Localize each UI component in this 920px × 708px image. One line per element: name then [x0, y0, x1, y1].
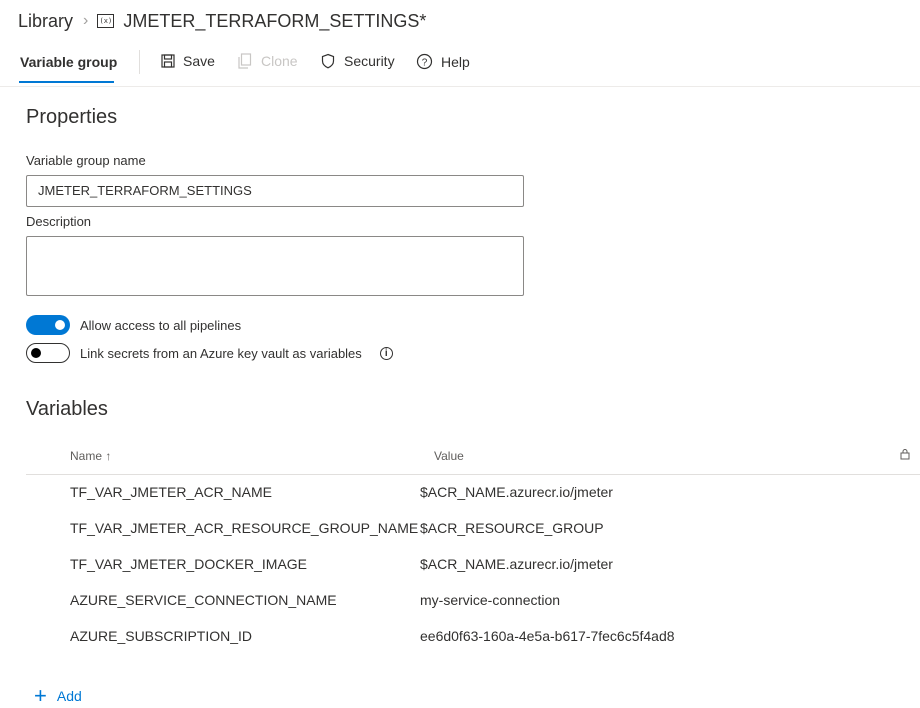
save-button[interactable]: Save — [161, 53, 215, 69]
description-label: Description — [26, 214, 92, 229]
variables-heading: Variables — [26, 398, 108, 420]
variable-name: TF_VAR_JMETER_DOCKER_IMAGE — [70, 556, 308, 572]
link-secrets-label: Link secrets from an Azure key vault as … — [80, 345, 362, 361]
toggle-knob — [31, 348, 41, 358]
toolbar-divider — [139, 50, 140, 74]
toolbar: Variable group Save Clone Security ? Hel… — [0, 44, 920, 87]
plus-icon: + — [34, 683, 47, 708]
lock-icon — [900, 448, 910, 463]
allow-access-toggle[interactable] — [26, 315, 70, 335]
variable-value: my-service-connection — [420, 592, 561, 608]
variables-table-header: Name ↑ Value — [26, 440, 920, 475]
table-row[interactable]: TF_VAR_JMETER_DOCKER_IMAGE $ACR_NAME.azu… — [26, 546, 920, 582]
variable-value: $ACR_NAME.azurecr.io/jmeter — [420, 484, 613, 500]
table-row[interactable]: TF_VAR_JMETER_ACR_NAME $ACR_NAME.azurecr… — [26, 474, 920, 510]
toggle-knob — [55, 320, 65, 330]
column-header-name-label: Name — [70, 449, 103, 463]
clone-button[interactable]: Clone — [237, 53, 298, 69]
table-row[interactable]: AZURE_SERVICE_CONNECTION_NAME my-service… — [26, 582, 920, 618]
variable-group-icon: (x) — [97, 14, 115, 28]
variable-group-name-label: Variable group name — [26, 153, 146, 168]
variable-name: TF_VAR_JMETER_ACR_RESOURCE_GROUP_NAME — [70, 520, 419, 536]
variable-name: AZURE_SUBSCRIPTION_ID — [70, 628, 253, 644]
breadcrumb: Library › (x) JMETER_TERRAFORM_SETTINGS* — [18, 8, 426, 34]
help-button-label: Help — [441, 53, 470, 70]
help-icon: ? — [416, 53, 433, 70]
security-button-label: Security — [344, 53, 395, 69]
sort-ascending-icon: ↑ — [105, 449, 112, 463]
variable-group-name-input[interactable]: JMETER_TERRAFORM_SETTINGS — [26, 175, 524, 207]
variable-name: AZURE_SERVICE_CONNECTION_NAME — [70, 592, 337, 608]
column-header-value: Value — [434, 449, 464, 463]
column-header-name[interactable]: Name ↑ — [70, 449, 111, 463]
allow-access-row: Allow access to all pipelines — [26, 315, 241, 335]
save-button-label: Save — [183, 53, 215, 69]
add-variable-button[interactable]: + Add — [34, 683, 82, 708]
page-title: JMETER_TERRAFORM_SETTINGS* — [123, 10, 427, 31]
chevron-right-icon: › — [83, 12, 89, 29]
shield-icon — [321, 53, 335, 69]
variable-value: $ACR_RESOURCE_GROUP — [420, 520, 604, 536]
security-button[interactable]: Security — [320, 53, 395, 69]
table-row[interactable]: AZURE_SUBSCRIPTION_ID ee6d0f63-160a-4e5a… — [26, 618, 920, 654]
clone-icon — [238, 53, 252, 69]
allow-access-label: Allow access to all pipelines — [80, 317, 242, 333]
link-secrets-toggle[interactable] — [26, 343, 70, 363]
variable-value: $ACR_NAME.azurecr.io/jmeter — [420, 556, 613, 572]
add-variable-label: Add — [56, 688, 82, 704]
tab-selected-indicator — [19, 81, 114, 83]
info-icon[interactable]: i — [379, 346, 393, 360]
description-textarea[interactable] — [26, 236, 524, 296]
link-secrets-row: Link secrets from an Azure key vault as … — [26, 343, 393, 363]
breadcrumb-library-link[interactable]: Library — [18, 11, 73, 32]
clone-button-label: Clone — [261, 53, 298, 69]
tab-variable-group[interactable]: Variable group — [20, 54, 117, 70]
svg-text:?: ? — [422, 57, 428, 68]
properties-heading: Properties — [26, 106, 118, 128]
save-icon — [161, 54, 175, 68]
help-button[interactable]: ? Help — [416, 53, 470, 70]
table-row[interactable]: TF_VAR_JMETER_ACR_RESOURCE_GROUP_NAME $A… — [26, 510, 920, 546]
variable-value: ee6d0f63-160a-4e5a-b617-7fec6c5f4ad8 — [420, 628, 675, 644]
variable-name: TF_VAR_JMETER_ACR_NAME — [70, 484, 273, 500]
